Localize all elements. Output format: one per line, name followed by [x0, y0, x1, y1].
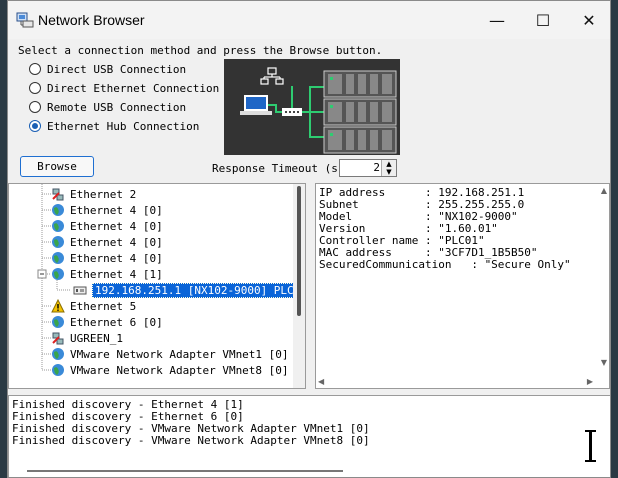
- globe-network-icon: [52, 316, 64, 328]
- connection-diagram: [224, 59, 400, 155]
- tree-item-label: 192.168.251.1 [NX102-9000] PLC01: [92, 282, 305, 298]
- globe-network-icon: [52, 348, 64, 360]
- tree-item-label: Ethernet 2: [70, 187, 137, 201]
- close-button[interactable]: ✕: [566, 1, 610, 39]
- network-browser-window: Network Browser — ☐ ✕ Select a connectio…: [7, 0, 611, 478]
- radio-button[interactable]: [29, 82, 41, 94]
- tree-item-selected[interactable]: 192.168.251.1 [NX102-9000] PLC01: [71, 282, 305, 298]
- network-tree[interactable]: Ethernet 2 Ethernet 4 [0] Ethernet 4 [0]…: [8, 183, 306, 389]
- radio-label: Direct USB Connection: [47, 62, 187, 76]
- tree-item[interactable]: Ethernet 2: [51, 186, 138, 202]
- tree-item[interactable]: Ethernet 4 [0]: [51, 250, 165, 266]
- tree-item-label: Ethernet 4 [0]: [70, 235, 163, 249]
- radio-ethernet-hub[interactable]: Ethernet Hub Connection: [29, 118, 199, 134]
- tree-item[interactable]: Ethernet 4 [0]: [51, 202, 165, 218]
- tree-item[interactable]: UGREEN_1: [51, 330, 125, 346]
- controller-rack-icon: [323, 70, 397, 154]
- globe-network-icon: [52, 236, 64, 248]
- text-cursor-icon: [589, 430, 592, 462]
- radio-label: Remote USB Connection: [47, 100, 187, 114]
- network-app-icon: [16, 12, 34, 28]
- browse-button[interactable]: Browse: [20, 156, 94, 177]
- property-row: SecuredCommunication : "Secure Only": [319, 258, 571, 271]
- log-line: Finished discovery - VMware Network Adap…: [12, 434, 370, 447]
- scroll-left-arrow-icon[interactable]: ◀: [318, 377, 324, 386]
- radio-button[interactable]: [29, 63, 41, 75]
- ethernet-hub-icon: [282, 108, 302, 116]
- discovery-log[interactable]: Finished discovery - Ethernet 4 [1] Fini…: [8, 395, 610, 477]
- tree-item-expanded[interactable]: Ethernet 4 [1]: [51, 266, 165, 282]
- response-timeout-label: Response Timeout (s): [212, 162, 345, 175]
- title-bar[interactable]: Network Browser — ☐ ✕: [8, 1, 610, 39]
- tree-vertical-scrollbar[interactable]: [293, 184, 305, 388]
- tree-item-label: Ethernet 5: [70, 299, 137, 313]
- radio-remote-usb[interactable]: Remote USB Connection: [29, 99, 186, 115]
- disconnected-network-icon: [52, 188, 64, 201]
- scrollbar-thumb[interactable]: [297, 186, 301, 316]
- tree-item-label: Ethernet 4 [0]: [70, 219, 163, 233]
- spinner-arrows[interactable]: ▲ ▼: [381, 160, 396, 176]
- instruction-text: Select a connection method and press the…: [18, 44, 383, 57]
- desktop-background-right: [610, 0, 618, 478]
- spin-down-icon[interactable]: ▼: [382, 168, 396, 176]
- globe-network-icon: [52, 364, 64, 376]
- tree-item[interactable]: Ethernet 6 [0]: [51, 314, 165, 330]
- scroll-right-arrow-icon[interactable]: ▶: [587, 377, 593, 386]
- tree-item-label: Ethernet 4 [1]: [70, 267, 163, 281]
- warning-icon: [51, 299, 65, 313]
- log-horizontal-scrollbar[interactable]: [27, 470, 343, 472]
- tree-item[interactable]: Ethernet 4 [0]: [51, 234, 165, 250]
- tree-item-label: VMware Network Adapter VMnet8 [0]: [70, 363, 289, 377]
- radio-button-selected[interactable]: [29, 120, 41, 132]
- tree-item-label: Ethernet 4 [0]: [70, 203, 163, 217]
- tree-item-label: Ethernet 4 [0]: [70, 251, 163, 265]
- tree-item[interactable]: VMware Network Adapter VMnet1 [0]: [51, 346, 291, 362]
- tree-item-label: VMware Network Adapter VMnet1 [0]: [70, 347, 289, 361]
- window-title: Network Browser: [38, 12, 145, 28]
- globe-network-icon: [52, 252, 64, 264]
- properties-panel: IP address : 192.168.251.1 Subnet : 255.…: [315, 183, 610, 389]
- radio-direct-usb[interactable]: Direct USB Connection: [29, 61, 186, 77]
- text-cursor-bottom: [585, 460, 596, 462]
- globe-network-icon: [52, 204, 64, 216]
- tree-item-label: UGREEN_1: [70, 331, 123, 345]
- radio-direct-ethernet[interactable]: Direct Ethernet Connection: [29, 80, 219, 96]
- disconnected-network-icon: [52, 332, 64, 345]
- response-timeout-spinner[interactable]: 2 ▲ ▼: [339, 159, 397, 177]
- scroll-down-arrow-icon[interactable]: ▼: [601, 358, 607, 367]
- radio-label: Direct Ethernet Connection: [47, 81, 220, 95]
- radio-label: Ethernet Hub Connection: [47, 119, 200, 133]
- response-timeout-value[interactable]: 2: [373, 161, 380, 174]
- close-icon: ✕: [582, 10, 596, 30]
- globe-network-icon: [52, 268, 64, 280]
- tree-item-label: Ethernet 6 [0]: [70, 315, 163, 329]
- globe-network-icon: [52, 220, 64, 232]
- controller-icon: [73, 286, 87, 295]
- tree-item[interactable]: Ethernet 4 [0]: [51, 218, 165, 234]
- minimize-icon: —: [489, 10, 505, 30]
- spin-up-icon[interactable]: ▲: [382, 160, 396, 168]
- tree-item[interactable]: Ethernet 5: [51, 298, 138, 314]
- browse-label: Browse: [37, 160, 77, 173]
- radio-button[interactable]: [29, 101, 41, 113]
- scroll-up-arrow-icon[interactable]: ▲: [601, 186, 607, 195]
- maximize-icon: ☐: [535, 10, 551, 30]
- tree-item[interactable]: VMware Network Adapter VMnet8 [0]: [51, 362, 291, 378]
- network-symbol-icon: [260, 67, 284, 85]
- maximize-button[interactable]: ☐: [520, 1, 566, 39]
- minimize-button[interactable]: —: [474, 1, 520, 39]
- laptop-icon: [240, 95, 272, 115]
- text-cursor-top: [585, 430, 596, 432]
